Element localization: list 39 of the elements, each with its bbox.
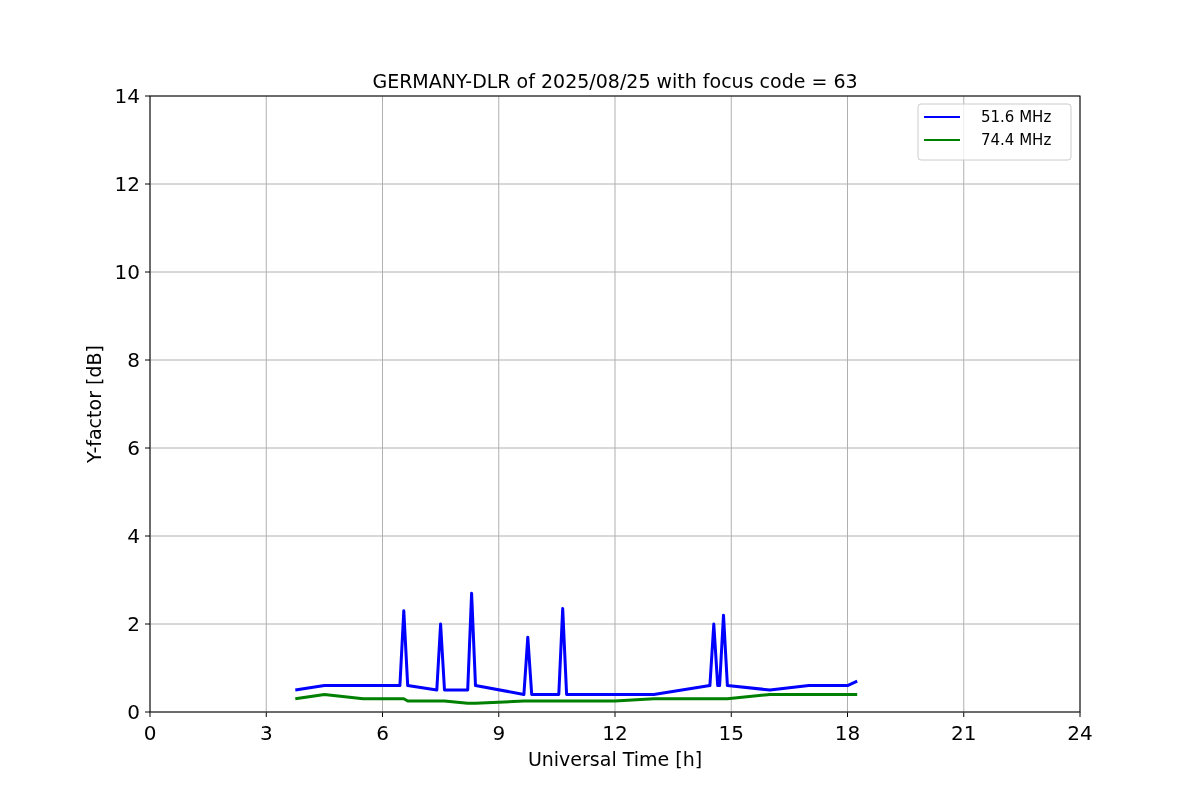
tick-mark bbox=[144, 359, 151, 361]
tick-mark bbox=[144, 95, 151, 97]
y-tick-label: 2 bbox=[127, 612, 140, 636]
tick-mark bbox=[382, 711, 383, 718]
legend-label: 74.4 MHz bbox=[981, 131, 1052, 149]
x-tick-label: 6 bbox=[376, 721, 389, 745]
y-tick-label: 4 bbox=[127, 524, 140, 548]
tick-mark bbox=[144, 447, 151, 449]
tick-mark bbox=[144, 271, 151, 273]
x-axis-label: Universal Time [h] bbox=[527, 748, 703, 770]
tick-mark bbox=[730, 711, 732, 718]
tick-mark bbox=[144, 535, 151, 537]
y-tick-label: 12 bbox=[114, 172, 140, 196]
tick-mark bbox=[963, 711, 965, 718]
x-tick-label: 3 bbox=[259, 721, 273, 745]
chart-title: GERMANY-DLR of 2025/08/25 with focus code = 63 bbox=[372, 70, 858, 92]
tick-mark bbox=[498, 711, 500, 718]
tick-mark bbox=[144, 183, 151, 185]
y-tick-label: 10 bbox=[114, 260, 140, 284]
y-tick-label: 6 bbox=[127, 436, 140, 460]
tick-mark bbox=[1079, 711, 1081, 718]
legend-label: 51.6 MHz bbox=[981, 108, 1052, 126]
y-tick-label: 0 bbox=[127, 700, 140, 724]
x-tick-label: 9 bbox=[492, 721, 506, 745]
tick-mark bbox=[614, 711, 616, 718]
tick-mark bbox=[847, 711, 848, 718]
x-tick-label: 18 bbox=[834, 721, 861, 745]
x-tick-label: 0 bbox=[143, 721, 157, 745]
y-axis-label: Y-factor [dB] bbox=[83, 345, 105, 463]
legend-line-icon bbox=[923, 139, 961, 141]
x-tick-label: 15 bbox=[718, 721, 744, 745]
tick-mark bbox=[144, 623, 151, 625]
legend-line-icon bbox=[923, 116, 961, 118]
x-tick-label: 21 bbox=[951, 721, 977, 745]
tick-mark bbox=[265, 711, 267, 718]
y-tick-label: 14 bbox=[114, 84, 140, 108]
x-tick-label: 24 bbox=[1067, 721, 1093, 745]
x-tick-label: 12 bbox=[602, 721, 628, 745]
y-tick-label: 8 bbox=[127, 348, 140, 372]
